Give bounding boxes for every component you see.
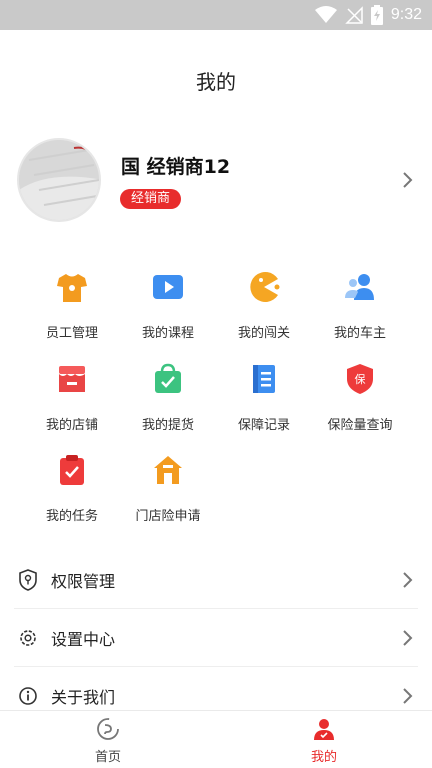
status-bar: 9:32	[0, 0, 432, 30]
grid-label: 我的提货	[141, 418, 194, 433]
chevron-right-icon[interactable]	[400, 170, 416, 190]
store-icon	[59, 366, 85, 392]
grid-item-pickup[interactable]: 我的提货	[120, 362, 216, 442]
grid-item-guarantee-records[interactable]: 保障记录	[216, 362, 312, 442]
users-icon	[345, 274, 374, 300]
tab-label: 首页	[94, 750, 121, 765]
avatar[interactable]	[17, 138, 101, 222]
document-list-icon	[253, 365, 275, 393]
home-icon	[97, 718, 119, 740]
tab-home[interactable]: 首页	[0, 711, 216, 768]
battery-charging-icon	[370, 5, 383, 25]
tab-mine[interactable]: 我的	[216, 711, 432, 768]
grid-item-courses[interactable]: 我的课程	[120, 270, 216, 350]
no-signal-icon	[345, 6, 363, 24]
grid-label: 我的闯关	[237, 326, 290, 341]
menu-label: 权限管理	[51, 572, 116, 591]
grid-item-insurance-query[interactable]: 保 保险量查询	[312, 362, 408, 442]
grid-label: 保险量查询	[327, 418, 393, 433]
chevron-right-icon	[403, 572, 413, 588]
grid-item-store[interactable]: 我的店铺	[24, 362, 120, 442]
bottom-tab-bar: 首页 我的	[0, 710, 432, 768]
info-icon	[19, 687, 37, 705]
gear-icon	[20, 630, 36, 646]
chevron-right-icon	[403, 630, 413, 646]
menu-label: 关于我们	[51, 688, 116, 707]
grid-label: 我的任务	[45, 509, 98, 524]
task-clipboard-icon	[60, 455, 84, 485]
role-badge: 经销商	[120, 189, 182, 209]
bag-check-icon	[155, 363, 181, 393]
menu-item-permissions[interactable]: 权限管理	[14, 551, 418, 609]
house-icon	[154, 456, 182, 484]
chevron-right-icon	[403, 688, 413, 704]
permission-shield-icon	[19, 569, 37, 591]
grid-item-tasks[interactable]: 我的任务	[24, 453, 120, 533]
tab-label: 我的	[310, 750, 337, 765]
video-play-icon	[153, 275, 183, 299]
grid-item-car-owners[interactable]: 我的车主	[312, 270, 408, 350]
menu-label: 设置中心	[51, 630, 116, 649]
grid-label: 员工管理	[45, 326, 98, 341]
status-time: 9:32	[390, 6, 422, 23]
menu-item-settings[interactable]: 设置中心	[14, 609, 418, 667]
svg-text:保: 保	[355, 372, 366, 386]
grid-item-staff[interactable]: 员工管理	[24, 270, 120, 350]
grid-label: 我的店铺	[45, 418, 98, 433]
pacman-icon	[250, 272, 280, 302]
grid-label: 我的车主	[333, 326, 386, 341]
tshirt-icon	[57, 274, 87, 302]
user-icon	[314, 719, 334, 740]
page-title: 我的	[196, 70, 236, 94]
grid-item-store-insurance[interactable]: 门店险申请	[120, 453, 216, 533]
grid-item-levels[interactable]: 我的闯关	[216, 270, 312, 350]
wifi-icon	[314, 6, 337, 23]
insurance-shield-icon: 保	[347, 364, 373, 394]
grid-label: 保障记录	[237, 418, 290, 433]
grid-label: 门店险申请	[135, 509, 201, 524]
grid-label: 我的课程	[141, 326, 194, 341]
user-name: 国 经销商12	[121, 156, 231, 178]
